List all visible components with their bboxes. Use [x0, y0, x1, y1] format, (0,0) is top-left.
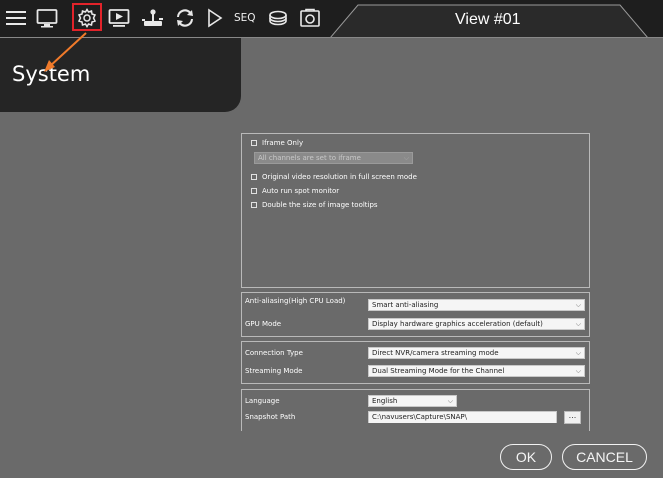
- anti-aliasing-select[interactable]: Smart anti-aliasing ⌵: [368, 299, 585, 311]
- joystick-icon[interactable]: [141, 7, 165, 29]
- auto-run-spot-checkbox[interactable]: [251, 188, 257, 194]
- auto-run-spot-label: Auto run spot monitor: [262, 187, 340, 195]
- snapshot-path-label: Snapshot Path: [245, 413, 296, 421]
- gpu-mode-label: GPU Mode: [245, 320, 282, 328]
- language-label: Language: [245, 397, 280, 405]
- chevron-down-icon: ⌵: [447, 397, 453, 405]
- anti-aliasing-value: Smart anti-aliasing: [372, 301, 439, 309]
- annotation-arrow: [44, 32, 87, 72]
- storage-icon[interactable]: [267, 7, 289, 29]
- streaming-mode-label: Streaming Mode: [245, 367, 303, 375]
- play-icon[interactable]: [206, 7, 224, 29]
- double-tooltips-checkbox[interactable]: [251, 202, 257, 208]
- iframe-only-label: Iframe Only: [262, 139, 304, 147]
- streaming-mode-select[interactable]: Dual Streaming Mode for the Channel ⌵: [368, 365, 585, 377]
- iframe-only-checkbox[interactable]: [251, 140, 257, 146]
- ok-button[interactable]: OK: [500, 444, 552, 470]
- language-value: English: [372, 397, 398, 405]
- connection-type-select[interactable]: Direct NVR/camera streaming mode ⌵: [368, 347, 585, 359]
- chevron-down-icon: ⌵: [575, 320, 581, 328]
- double-tooltips-label: Double the size of image tooltips: [262, 201, 378, 209]
- connection-type-value: Direct NVR/camera streaming mode: [372, 349, 499, 357]
- gpu-mode-value: Display hardware graphics acceleration (…: [372, 320, 543, 328]
- chevron-down-icon: ⌵: [575, 367, 581, 375]
- streaming-mode-value: Dual Streaming Mode for the Channel: [372, 367, 505, 375]
- anti-aliasing-label: Anti-aliasing(High CPU Load): [245, 297, 346, 305]
- sync-icon[interactable]: [175, 7, 195, 29]
- cancel-button[interactable]: CANCEL: [562, 444, 647, 470]
- chevron-down-icon: ⌵: [575, 301, 581, 309]
- snapshot-path-value: C:\navusers\Capture\SNAP\: [372, 413, 467, 421]
- original-resolution-label: Original video resolution in full screen…: [262, 173, 417, 181]
- seq-label[interactable]: SEQ: [234, 12, 256, 24]
- connection-type-label: Connection Type: [245, 349, 303, 357]
- view-tab-label: View #01: [455, 11, 521, 28]
- snapshot-path-input[interactable]: C:\navusers\Capture\SNAP\: [368, 411, 557, 423]
- original-resolution-checkbox[interactable]: [251, 174, 257, 180]
- gpu-mode-select[interactable]: Display hardware graphics acceleration (…: [368, 318, 585, 330]
- language-select[interactable]: English ⌵: [368, 395, 457, 407]
- chevron-down-icon: ⌵: [575, 349, 581, 357]
- iframe-select[interactable]: All channels are set to iframe ⌵: [254, 152, 413, 164]
- iframe-select-value: All channels are set to iframe: [258, 154, 361, 162]
- chevron-down-icon: ⌵: [403, 154, 409, 162]
- browse-button[interactable]: ...: [564, 411, 581, 424]
- snapshot-icon[interactable]: [299, 7, 321, 29]
